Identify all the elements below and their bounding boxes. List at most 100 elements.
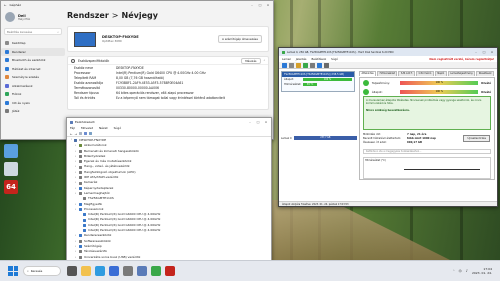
partition-bar[interactable]: 237,7 GB — [293, 136, 357, 140]
network-icon[interactable]: ⌬ — [459, 269, 462, 273]
scan-icon[interactable] — [89, 132, 93, 135]
maximize-icon[interactable]: □ — [258, 3, 262, 7]
health-label: Állapot: — [284, 78, 294, 82]
forward-icon[interactable]: → — [75, 132, 78, 136]
settings-window-title: Gépház — [9, 3, 21, 7]
sidebar-item[interactable]: Fiókok — [1, 90, 65, 99]
stats-block: Működési idő: 7 nap, 21 óra Becsült hátra… — [363, 133, 453, 145]
sidebar-item[interactable]: Idő és nyelv — [1, 99, 65, 108]
tab[interactable]: S.M.A.R.T. — [398, 71, 416, 76]
volume-icon[interactable]: ♪ — [466, 269, 468, 273]
menu-item[interactable]: Súgó — [114, 126, 122, 131]
sidebar-item-label: Fiókok — [12, 92, 22, 97]
desktop-icon-shortcut[interactable] — [4, 162, 18, 176]
sidebar-item[interactable]: Játék — [1, 107, 65, 116]
sidebar-item[interactable]: Bluetooth és eszközök — [1, 56, 65, 65]
back-arrow-icon[interactable]: ← — [4, 3, 7, 7]
minimize-icon[interactable]: – — [474, 50, 478, 54]
tab[interactable]: Áttekintés — [359, 71, 377, 76]
disk-list-panel: TS256GMTE110S [TS256GMTE110S] (238,5 GB)… — [281, 71, 355, 92]
sidebar-item[interactable]: Rendszer — [1, 47, 65, 56]
device-icon — [79, 165, 82, 169]
menu-item[interactable]: Művelet — [81, 126, 93, 131]
tab[interactable]: Riasztások — [476, 71, 495, 76]
report-icon[interactable] — [296, 63, 301, 68]
partition-panel: Lemez 0 237,7 GB — [281, 136, 357, 144]
menu-item[interactable]: Beállítások — [311, 57, 326, 61]
spec-value: Ez a képernyő nem támogat tollal vagy ér… — [116, 96, 225, 100]
repeat-test-button[interactable]: Újraellenőrzés — [463, 135, 490, 142]
minimize-icon[interactable]: – — [250, 3, 254, 7]
desktop-icon-recycle-bin[interactable] — [4, 144, 18, 158]
tab[interactable]: Lemezteljesítmény — [447, 71, 476, 76]
unregistered-alert[interactable]: Nem regisztrált verzió, kérem regisztrál… — [429, 57, 494, 61]
health2-rating: Kiváló — [481, 90, 492, 94]
sidebar-item-label: Alkalmazások — [12, 83, 33, 88]
sidebar-item-label: Személyre szabás — [12, 75, 39, 80]
breadcrumb-parent[interactable]: Rendszer — [67, 11, 109, 20]
menu-item[interactable]: Lemez — [282, 57, 291, 61]
info-icon[interactable] — [324, 63, 329, 68]
chevron-down-icon[interactable]: ˅ — [71, 138, 72, 143]
desktop-icon-aida64[interactable]: 64 — [4, 180, 18, 194]
test-icon[interactable] — [303, 63, 308, 68]
sidebar-item-label: Hálózat és internet — [12, 66, 41, 71]
tab[interactable]: Hőmérséklet — [377, 71, 398, 76]
spec-key: Toll és érintés — [74, 96, 96, 100]
device-icon — [79, 144, 82, 148]
aida-icon[interactable] — [165, 266, 175, 276]
task-view-icon[interactable] — [67, 266, 77, 276]
chevron-up-icon[interactable]: ˄ — [453, 269, 455, 273]
help-icon[interactable] — [84, 132, 88, 135]
sidebar-item-icon — [5, 66, 9, 71]
copy-button[interactable]: Másolás — [241, 57, 261, 64]
menu-item[interactable]: Nézet — [99, 126, 108, 131]
close-icon[interactable]: × — [266, 3, 270, 7]
drive-icon[interactable] — [289, 63, 294, 68]
chevron-up-icon[interactable]: ˄ — [264, 59, 266, 63]
health-bar: 100 % — [303, 78, 352, 82]
device-manager-icon[interactable] — [137, 266, 147, 276]
disk-item[interactable]: TS256GMTE110S [TS256GMTE110S] (238,5 GB) — [282, 72, 354, 77]
device-icon — [79, 239, 82, 243]
tab[interactable]: Napló — [434, 71, 447, 76]
menu-item[interactable]: Fájl — [70, 126, 75, 131]
file-explorer-icon[interactable] — [81, 266, 91, 276]
sidebar-item[interactable]: Hálózat és internet — [1, 65, 65, 74]
device-tree: ˅ DESKTOP-FNXYDE › Akkumulátorok › Bemeneti… — [67, 137, 271, 262]
sidebar-item[interactable]: Személyre szabás — [1, 73, 65, 82]
user-card[interactable]: Dell Helyi fiók — [1, 9, 65, 25]
sidebar-item-label: Rendszer — [12, 49, 26, 54]
temp-chart-label: Hőmérséklet (°C) — [365, 159, 386, 162]
edge-icon[interactable] — [95, 266, 105, 276]
start-button[interactable] — [8, 266, 18, 276]
device-icon — [83, 223, 86, 227]
device-icon — [79, 176, 82, 180]
minimize-icon[interactable]: – — [248, 120, 252, 124]
help-icon[interactable] — [317, 63, 322, 68]
settings-search-input[interactable]: Beállítás keresése ⌕ — [4, 28, 62, 35]
clock[interactable]: 17:04 2023. 01. 24. — [472, 267, 492, 275]
refresh-icon[interactable] — [282, 63, 287, 68]
settings-icon[interactable] — [123, 266, 133, 276]
sidebar-item[interactable]: Kezdőlap — [1, 39, 65, 48]
back-icon[interactable]: ← — [70, 132, 73, 136]
close-icon[interactable]: × — [264, 120, 268, 124]
rename-button[interactable]: A számítógép átnevezése — [218, 35, 262, 43]
comment-input[interactable]: Kattintson ide a megjegyzés hozzáadásáho… — [363, 149, 491, 154]
sidebar-item[interactable]: Alkalmazások — [1, 82, 65, 91]
store-icon[interactable] — [109, 266, 119, 276]
menu-item[interactable]: Súgó — [331, 57, 338, 61]
properties-icon[interactable] — [79, 132, 83, 135]
settings-icon[interactable] — [310, 63, 315, 68]
tab[interactable]: Információ — [416, 71, 434, 76]
hd-sentinel-icon[interactable] — [151, 266, 161, 276]
menu-item[interactable]: Jelentés — [296, 57, 307, 61]
device-icon — [79, 186, 82, 190]
close-icon[interactable]: × — [490, 50, 494, 54]
maximize-icon[interactable]: □ — [256, 120, 260, 124]
maximize-icon[interactable]: □ — [482, 50, 486, 54]
taskbar-search[interactable]: ⌕ Keresés — [23, 266, 61, 276]
chevron-right-icon[interactable]: › — [75, 191, 77, 196]
chevron-right-icon[interactable]: › — [75, 207, 77, 212]
